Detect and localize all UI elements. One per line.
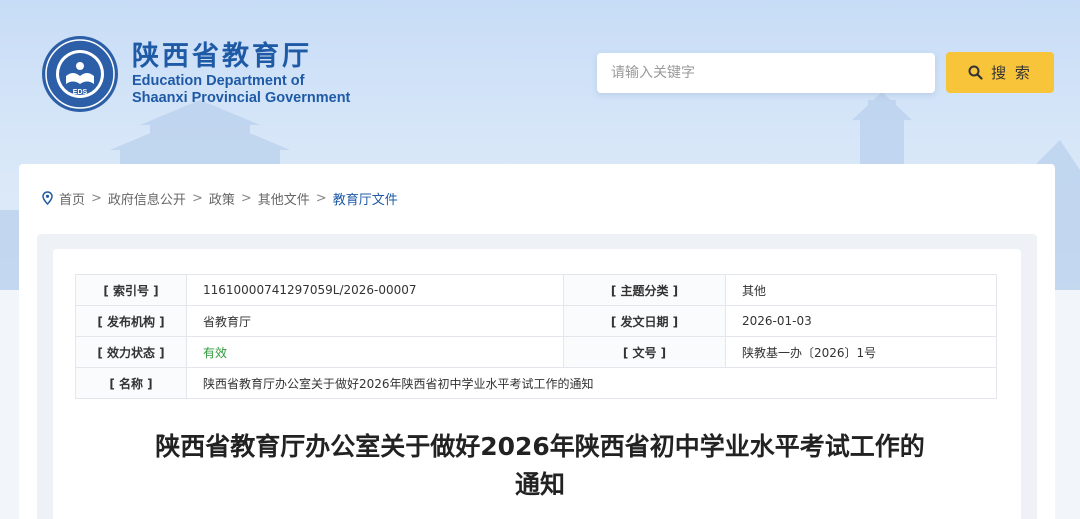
location-pin-icon <box>42 191 53 205</box>
table-row: [ 效力状态 ] 有效 [ 文号 ] 陕教基一办〔2026〕1号 <box>75 336 997 368</box>
site-title-en-line2: Shaanxi Provincial Government <box>132 90 351 106</box>
name-label: [ 名称 ] <box>75 367 187 399</box>
breadcrumb-separator: > <box>91 190 102 206</box>
emblem-icon: EDS <box>42 36 118 112</box>
breadcrumb: 首页 > 政府信息公开 > 政策 > 其他文件 > 教育厅文件 <box>42 188 398 208</box>
publisher-label: [ 发布机构 ] <box>75 305 187 337</box>
site-logo[interactable]: EDS 陕西省教育厅 Education Department of Shaan… <box>42 36 350 112</box>
document-title-line2: 通知 <box>514 470 565 499</box>
breadcrumb-separator: > <box>191 190 203 206</box>
date-label: [ 发文日期 ] <box>563 305 726 337</box>
index-value: 11610000741297059L/2026-00007 <box>186 274 564 306</box>
topic-label: [ 主题分类 ] <box>563 274 726 306</box>
site-title-en-line1: Education Department of <box>132 73 305 89</box>
table-row: [ 名称 ] 陕西省教育厅办公室关于做好2026年陕西省初中学业水平考试工作的通… <box>75 367 997 399</box>
table-row: [ 索引号 ] 11610000741297059L/2026-00007 [ … <box>75 274 997 306</box>
emblem-seal-text: EDS <box>73 89 88 96</box>
publisher-value: 省教育厅 <box>186 305 564 337</box>
name-value: 陕西省教育厅办公室关于做好2026年陕西省初中学业水平考试工作的通知 <box>186 367 997 399</box>
breadcrumb-current[interactable]: 教育厅文件 <box>333 189 398 208</box>
document-title-line1: 陕西省教育厅办公室关于做好2026年陕西省初中学业水平考试工作的 <box>155 432 925 461</box>
search-button-label: 搜 索 <box>991 64 1032 82</box>
docno-label: [ 文号 ] <box>563 336 726 368</box>
search-button[interactable]: 搜 索 <box>946 52 1054 93</box>
topic-value: 其他 <box>725 274 997 306</box>
status-label: [ 效力状态 ] <box>75 336 187 368</box>
docno-value: 陕教基一办〔2026〕1号 <box>725 336 997 368</box>
search-input[interactable] <box>597 53 935 93</box>
breadcrumb-separator: > <box>315 190 327 206</box>
index-label: [ 索引号 ] <box>75 274 187 306</box>
status-value: 有效 <box>186 336 564 368</box>
document-title: 陕西省教育厅办公室关于做好2026年陕西省初中学业水平考试工作的 通知 <box>100 428 980 504</box>
site-title: 陕西省教育厅 Education Department of Shaanxi P… <box>132 41 350 107</box>
document-metadata-table: [ 索引号 ] 11610000741297059L/2026-00007 [ … <box>75 274 997 399</box>
breadcrumb-home[interactable]: 首页 <box>59 189 85 208</box>
date-value: 2026-01-03 <box>725 305 997 337</box>
breadcrumb-policy[interactable]: 政策 <box>209 189 235 208</box>
breadcrumb-other-files[interactable]: 其他文件 <box>258 189 310 208</box>
breadcrumb-gov-info[interactable]: 政府信息公开 <box>108 189 186 208</box>
table-row: [ 发布机构 ] 省教育厅 [ 发文日期 ] 2026-01-03 <box>75 305 997 337</box>
site-title-cn: 陕西省教育厅 <box>132 41 312 72</box>
search-icon <box>968 65 983 80</box>
breadcrumb-separator: > <box>240 190 252 206</box>
